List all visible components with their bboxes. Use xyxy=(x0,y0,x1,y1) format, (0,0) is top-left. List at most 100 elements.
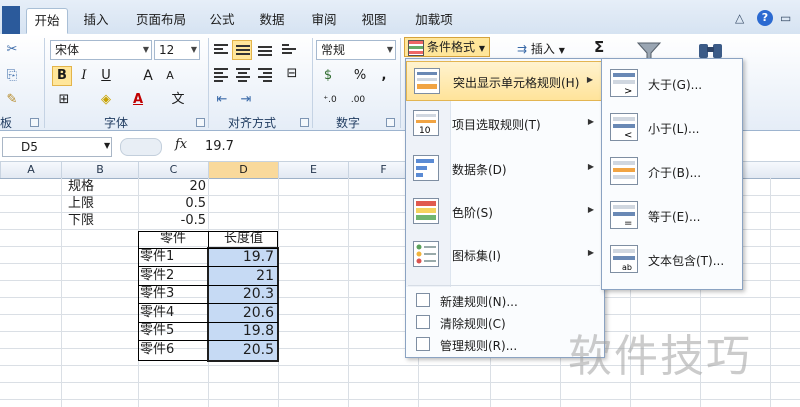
align-top-icon[interactable] xyxy=(214,42,228,56)
conditional-format-button[interactable]: 条件格式 ▼ xyxy=(404,37,490,57)
cell-param-value[interactable]: 20 xyxy=(140,179,206,195)
fill-color-icon[interactable]: ◈ xyxy=(96,90,116,110)
format-painter-icon[interactable]: ✎ xyxy=(2,90,22,110)
align-middle-button[interactable] xyxy=(232,40,252,60)
align-right-icon[interactable] xyxy=(258,66,272,84)
name-box[interactable]: D5 xyxy=(2,137,112,157)
submenu-item-text-contains[interactable]: ab 文本包含(T)... xyxy=(602,237,740,281)
table-header-border xyxy=(138,248,278,249)
submenu-item-between[interactable]: 介于(B)... xyxy=(602,149,740,193)
cell-param-value[interactable]: -0.5 xyxy=(140,213,206,229)
font-name-combo[interactable]: 宋体 ▼ xyxy=(50,40,152,60)
clipboard-launcher-icon[interactable] xyxy=(30,118,39,127)
number-format-combo[interactable]: 常规 ▼ xyxy=(316,40,396,60)
cell-part-length[interactable]: 20.6 xyxy=(210,305,274,321)
underline-button[interactable]: U xyxy=(96,66,116,86)
merge-center-icon[interactable]: ⊟ xyxy=(282,64,302,84)
number-launcher-icon[interactable] xyxy=(386,118,395,127)
increase-decimal-icon[interactable]: ⁺.0 xyxy=(320,90,340,110)
less-than-icon: < xyxy=(610,113,638,141)
insert-function-button[interactable]: fx xyxy=(175,137,187,152)
column-header-E[interactable]: E xyxy=(278,162,348,178)
orientation-icon[interactable] xyxy=(282,42,296,56)
percent-style-button[interactable]: % xyxy=(350,66,370,86)
align-left-icon[interactable] xyxy=(214,66,228,84)
menu-item-label: 色阶(S) xyxy=(452,206,493,220)
menu-item-new-rule[interactable]: 新建规则(N)... xyxy=(406,289,602,311)
tab-home[interactable]: 开始 xyxy=(26,8,68,34)
cell-part-length[interactable]: 20.3 xyxy=(210,286,274,302)
cell-param-label[interactable]: 规格 xyxy=(68,179,94,195)
cell-param-value[interactable]: 0.5 xyxy=(140,196,206,212)
menu-item-top-bottom-rules[interactable]: 10 项目选取规则(T) ▶ xyxy=(406,104,602,144)
column-header-C[interactable]: C xyxy=(138,162,208,178)
shrink-font-button[interactable]: A xyxy=(160,66,180,86)
formula-bar-handle[interactable] xyxy=(120,138,162,156)
menu-item-label: 图标集(I) xyxy=(452,249,501,263)
cell-param-label[interactable]: 上限 xyxy=(68,196,94,212)
cell-part-length[interactable]: 19.8 xyxy=(210,323,274,339)
phonetic-icon[interactable]: 文 xyxy=(168,90,188,110)
help-icon[interactable]: ? xyxy=(757,10,773,26)
menu-item-icon-sets[interactable]: 图标集(I) ▶ xyxy=(406,235,602,275)
align-bottom-icon[interactable] xyxy=(258,44,272,58)
cut-icon[interactable]: ✂ xyxy=(2,40,22,60)
cell-part-length[interactable]: 20.5 xyxy=(210,342,274,358)
submenu-item-label: 文本包含(T)... xyxy=(648,254,725,268)
tab-formulas[interactable]: 公式 xyxy=(202,8,242,34)
bold-button[interactable]: B xyxy=(52,66,72,86)
restore-window-icon[interactable]: ▭ xyxy=(780,11,791,25)
table-header-length[interactable]: 长度值 xyxy=(209,231,278,247)
font-color-button[interactable]: A xyxy=(128,90,148,110)
cell-param-label[interactable]: 下限 xyxy=(68,213,94,229)
group-label-clipboard: 板 xyxy=(0,116,13,130)
cell-part-name[interactable]: 零件6 xyxy=(140,342,174,358)
tab-insert[interactable]: 插入 xyxy=(76,8,116,34)
comma-style-button[interactable]: , xyxy=(374,66,394,86)
tab-page-layout[interactable]: 页面布局 xyxy=(126,8,196,34)
cell-part-name[interactable]: 零件5 xyxy=(140,323,174,339)
cell-part-name[interactable]: 零件1 xyxy=(140,249,174,265)
autosum-button[interactable]: Σ xyxy=(594,38,604,56)
tab-addins[interactable]: 加载项 xyxy=(404,8,464,34)
tab-view[interactable]: 视图 xyxy=(354,8,394,34)
chevron-down-icon: ▼ xyxy=(190,45,197,54)
menu-item-highlight-cells-rules[interactable]: 突出显示单元格规则(H) ▶ xyxy=(406,61,602,101)
decrease-decimal-icon[interactable]: .00 xyxy=(348,90,368,110)
italic-button[interactable]: I xyxy=(74,66,94,86)
alignment-launcher-icon[interactable] xyxy=(300,118,309,127)
tab-review[interactable]: 审阅 xyxy=(304,8,344,34)
chevron-down-icon[interactable]: ▼ xyxy=(104,141,110,150)
borders-icon[interactable]: ⊞ xyxy=(54,90,74,110)
cell-part-name[interactable]: 零件3 xyxy=(140,286,174,302)
minimize-ribbon-icon[interactable]: △ xyxy=(735,11,744,25)
cell-part-length[interactable]: 19.7 xyxy=(210,249,274,265)
decrease-indent-icon[interactable]: ⇤ xyxy=(212,90,232,110)
copy-icon[interactable]: ⎘ xyxy=(2,66,22,86)
formula-input[interactable]: 19.7 xyxy=(205,139,234,154)
font-size-combo[interactable]: 12 ▼ xyxy=(154,40,200,60)
column-header-A[interactable]: A xyxy=(0,162,61,178)
menu-item-color-scales[interactable]: 色阶(S) ▶ xyxy=(406,192,602,232)
column-header-D[interactable]: D xyxy=(208,162,278,178)
insert-cells-icon: ⇉ xyxy=(517,42,531,56)
increase-indent-icon[interactable]: ⇥ xyxy=(236,90,256,110)
cell-part-length[interactable]: 21 xyxy=(210,268,274,284)
grow-font-button[interactable]: A xyxy=(138,66,158,86)
cell-part-name[interactable]: 零件2 xyxy=(140,268,174,284)
align-center-icon[interactable] xyxy=(236,66,250,84)
table-header-part[interactable]: 零件 xyxy=(138,231,208,247)
cell-part-name[interactable]: 零件4 xyxy=(140,305,174,321)
accounting-format-button[interactable]: $ xyxy=(318,66,338,86)
font-launcher-icon[interactable] xyxy=(196,118,205,127)
submenu-item-equal-to[interactable]: = 等于(E)... xyxy=(602,193,740,237)
grid-row-line xyxy=(0,297,800,298)
menu-item-data-bars[interactable]: 数据条(D) ▶ xyxy=(406,149,602,189)
submenu-item-less-than[interactable]: < 小于(L)... xyxy=(602,105,740,149)
tab-data[interactable]: 数据 xyxy=(252,8,292,34)
submenu-item-greater-than[interactable]: > 大于(G)... xyxy=(602,61,740,105)
insert-cells-button[interactable]: ⇉ 插入 ▼ xyxy=(517,40,565,57)
column-header-B[interactable]: B xyxy=(61,162,138,178)
group-label-number: 数字 xyxy=(336,116,361,130)
file-tab-edge[interactable] xyxy=(2,6,20,34)
